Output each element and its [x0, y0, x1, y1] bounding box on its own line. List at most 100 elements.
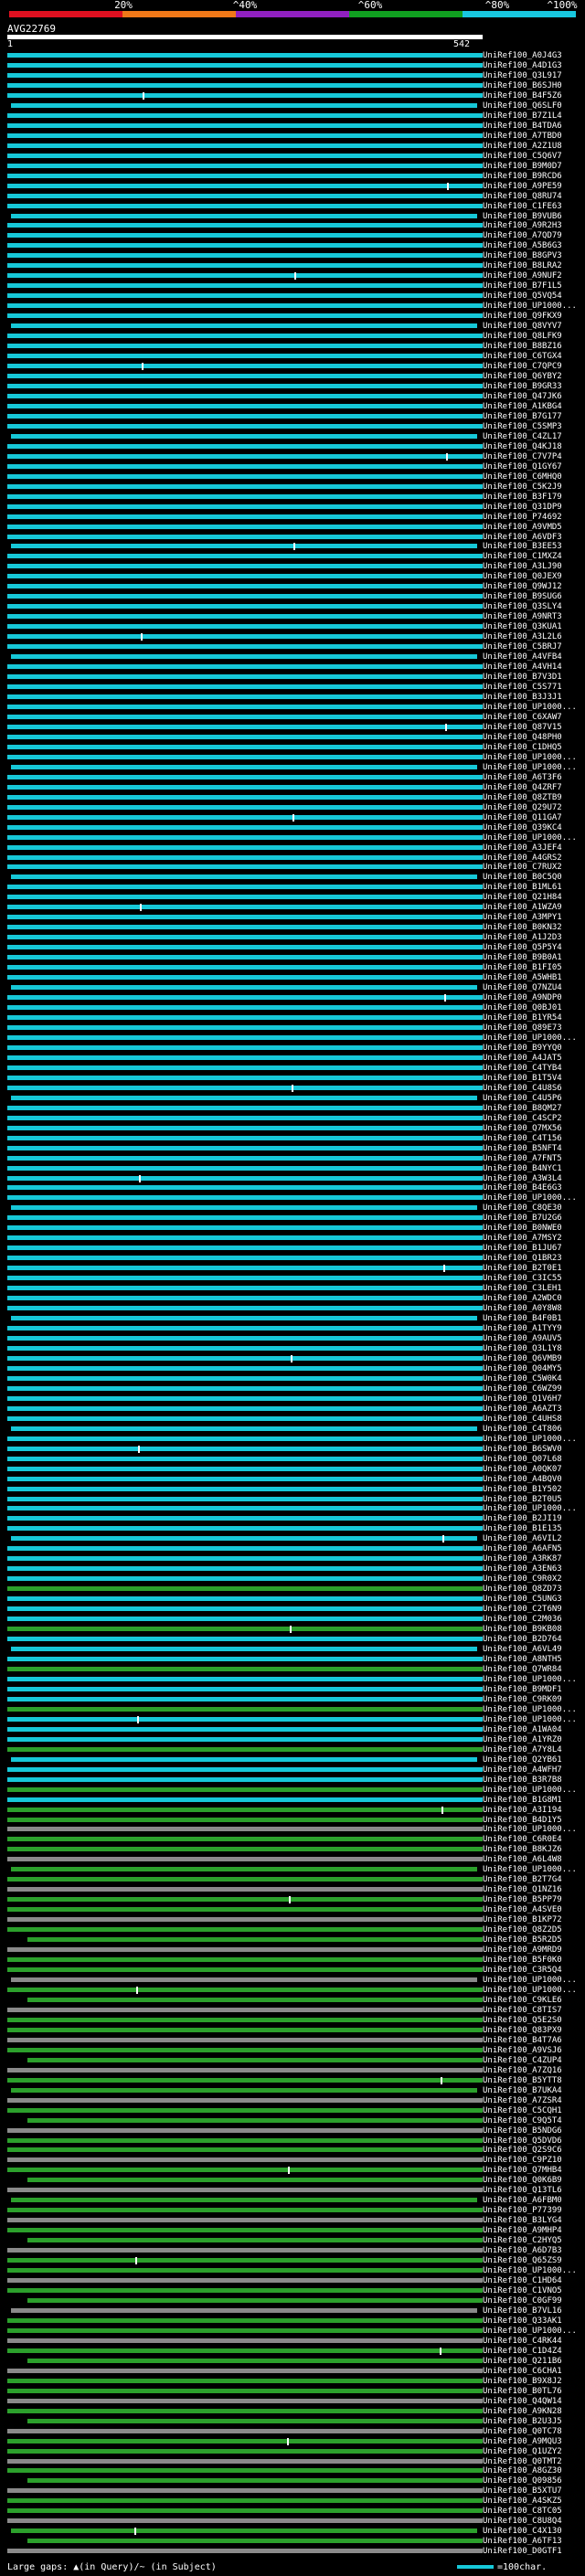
hit-row[interactable]: UniRef100_B5YTT8 — [0, 2076, 585, 2086]
hit-label[interactable]: UniRef100_B8QM27 — [483, 1104, 583, 1113]
hit-label[interactable]: UniRef100_A7MSY2 — [483, 1234, 583, 1243]
hit-label[interactable]: UniRef100_C4U8S6 — [483, 1084, 583, 1093]
hit-bar[interactable] — [7, 834, 483, 840]
hit-row[interactable]: UniRef100_B0C5Q0 — [0, 873, 585, 883]
hit-label[interactable]: UniRef100_UP1000... — [483, 1976, 583, 1985]
hit-row[interactable]: UniRef100_A3I194 — [0, 1806, 585, 1816]
hit-label[interactable]: UniRef100_B1JU67 — [483, 1244, 583, 1253]
hit-label[interactable]: UniRef100_Q8ZTB9 — [483, 793, 583, 802]
hit-label[interactable]: UniRef100_B1E135 — [483, 1524, 583, 1533]
hit-bar[interactable] — [7, 1395, 483, 1401]
hit-label[interactable]: UniRef100_B0C5Q0 — [483, 873, 583, 882]
hit-label[interactable]: UniRef100_A4WFH7 — [483, 1765, 583, 1775]
hit-bar[interactable] — [11, 654, 477, 660]
hit-label[interactable]: UniRef100_A7FNT5 — [483, 1154, 583, 1163]
hit-bar[interactable] — [7, 403, 483, 408]
hit-label[interactable]: UniRef100_B1G8M1 — [483, 1796, 583, 1805]
hit-label[interactable]: UniRef100_A7ZQ16 — [483, 2066, 583, 2075]
hit-bar[interactable] — [7, 1746, 483, 1752]
hit-row[interactable]: UniRef100_B2T0E1 — [0, 1264, 585, 1274]
hit-bar[interactable] — [7, 413, 483, 419]
hit-row[interactable]: UniRef100_C5BRJ7 — [0, 642, 585, 652]
hit-label[interactable]: UniRef100_UP1000... — [483, 763, 583, 772]
hit-label[interactable]: UniRef100_C3LEH1 — [483, 1284, 583, 1293]
hit-bar[interactable] — [7, 915, 483, 920]
hit-row[interactable]: UniRef100_C4U8S6 — [0, 1084, 585, 1094]
hit-label[interactable]: UniRef100_A7ZSR4 — [483, 2096, 583, 2105]
hit-bar[interactable] — [7, 383, 483, 388]
hit-row[interactable]: UniRef100_A7TBD0 — [0, 132, 585, 142]
hit-label[interactable]: UniRef100_C9RK09 — [483, 1695, 583, 1704]
hit-label[interactable]: UniRef100_B4TDA6 — [483, 122, 583, 131]
hit-bar[interactable] — [11, 433, 477, 439]
hit-row[interactable]: UniRef100_A5WHB1 — [0, 973, 585, 983]
hit-row[interactable]: UniRef100_B4E6G3 — [0, 1183, 585, 1193]
hit-bar[interactable] — [27, 2539, 483, 2544]
hit-label[interactable]: UniRef100_A6TF13 — [483, 2537, 583, 2546]
hit-label[interactable]: UniRef100_C5S771 — [483, 683, 583, 692]
hit-row[interactable]: UniRef100_B4TDA6 — [0, 122, 585, 132]
hit-label[interactable]: UniRef100_B9KB08 — [483, 1625, 583, 1634]
hit-row[interactable]: UniRef100_Q6YBY2 — [0, 372, 585, 382]
hit-label[interactable]: UniRef100_C1HD64 — [483, 2276, 583, 2285]
hit-row[interactable]: UniRef100_A6AFN5 — [0, 1544, 585, 1554]
hit-bar[interactable] — [7, 453, 483, 459]
hit-row[interactable]: UniRef100_B9X8J2 — [0, 2377, 585, 2387]
hit-row[interactable]: UniRef100_A7ZSR4 — [0, 2096, 585, 2106]
hit-row[interactable]: UniRef100_UP1000... — [0, 1786, 585, 1796]
hit-row[interactable]: UniRef100_Q8RU74 — [0, 192, 585, 202]
hit-bar[interactable] — [7, 895, 483, 900]
hit-row[interactable]: UniRef100_C6TGX4 — [0, 352, 585, 362]
hit-row[interactable]: UniRef100_B2T0U5 — [0, 1495, 585, 1505]
hit-bar[interactable] — [7, 1466, 483, 1471]
hit-bar[interactable] — [7, 844, 483, 850]
hit-bar[interactable] — [7, 1546, 483, 1552]
hit-bar[interactable] — [7, 794, 483, 800]
hit-row[interactable]: UniRef100_A6VIL2 — [0, 1534, 585, 1544]
hit-bar[interactable] — [7, 253, 483, 259]
hit-row[interactable]: UniRef100_B1ML61 — [0, 883, 585, 893]
hit-bar[interactable] — [7, 604, 483, 610]
hit-label[interactable]: UniRef100_Q8LFK9 — [483, 332, 583, 341]
hit-bar[interactable] — [27, 2057, 483, 2062]
hit-row[interactable]: UniRef100_A3LJ90 — [0, 562, 585, 572]
hit-bar[interactable] — [7, 704, 483, 709]
hit-label[interactable]: UniRef100_A8GZ30 — [483, 2466, 583, 2475]
hit-bar[interactable] — [7, 2047, 483, 2052]
hit-row[interactable]: UniRef100_B5NDG6 — [0, 2126, 585, 2136]
hit-row[interactable]: UniRef100_A3MPY1 — [0, 913, 585, 923]
hit-row[interactable]: UniRef100_UP1000... — [0, 1986, 585, 1996]
hit-label[interactable]: UniRef100_B0TL76 — [483, 2387, 583, 2396]
hit-bar[interactable] — [7, 233, 483, 239]
hit-bar[interactable] — [7, 1786, 483, 1792]
hit-label[interactable]: UniRef100_A9KN28 — [483, 2407, 583, 2416]
hit-label[interactable]: UniRef100_A9VSJ6 — [483, 2046, 583, 2055]
hit-label[interactable]: UniRef100_C6TGX4 — [483, 352, 583, 361]
hit-row[interactable]: UniRef100_C8TC05 — [0, 2507, 585, 2517]
hit-label[interactable]: UniRef100_Q5E2S0 — [483, 2016, 583, 2025]
hit-label[interactable]: UniRef100_C6MHQ0 — [483, 472, 583, 482]
hit-bar[interactable] — [7, 364, 483, 369]
hit-bar[interactable] — [7, 2258, 483, 2263]
hit-row[interactable]: UniRef100_Q8ZTB9 — [0, 793, 585, 803]
hit-label[interactable]: UniRef100_C6R0E4 — [483, 1835, 583, 1844]
hit-label[interactable]: UniRef100_C5Q6V7 — [483, 152, 583, 161]
hit-row[interactable]: UniRef100_B9MDF1 — [0, 1685, 585, 1695]
hit-label[interactable]: UniRef100_UP1000... — [483, 1825, 583, 1834]
hit-label[interactable]: UniRef100_C3IC55 — [483, 1274, 583, 1283]
hit-label[interactable]: UniRef100_C4X130 — [483, 2527, 583, 2536]
hit-label[interactable]: UniRef100_B4E6G3 — [483, 1183, 583, 1193]
hit-row[interactable]: UniRef100_C7QPC9 — [0, 362, 585, 372]
hit-row[interactable]: UniRef100_B1E135 — [0, 1524, 585, 1534]
hit-bar[interactable] — [7, 2228, 483, 2233]
hit-label[interactable]: UniRef100_Q3SLY4 — [483, 602, 583, 611]
hit-row[interactable]: UniRef100_A1WZA9 — [0, 903, 585, 913]
hit-bar[interactable] — [7, 664, 483, 670]
hit-bar[interactable] — [7, 1326, 483, 1331]
hit-row[interactable]: UniRef100_A0J4G3 — [0, 51, 585, 61]
hit-label[interactable]: UniRef100_Q5VQ54 — [483, 292, 583, 301]
hit-row[interactable]: UniRef100_Q83PX9 — [0, 2026, 585, 2036]
hit-label[interactable]: UniRef100_C5UNG3 — [483, 1595, 583, 1604]
hit-row[interactable]: UniRef100_B9KB08 — [0, 1625, 585, 1635]
hit-row[interactable]: UniRef100_B9YYQ0 — [0, 1044, 585, 1054]
